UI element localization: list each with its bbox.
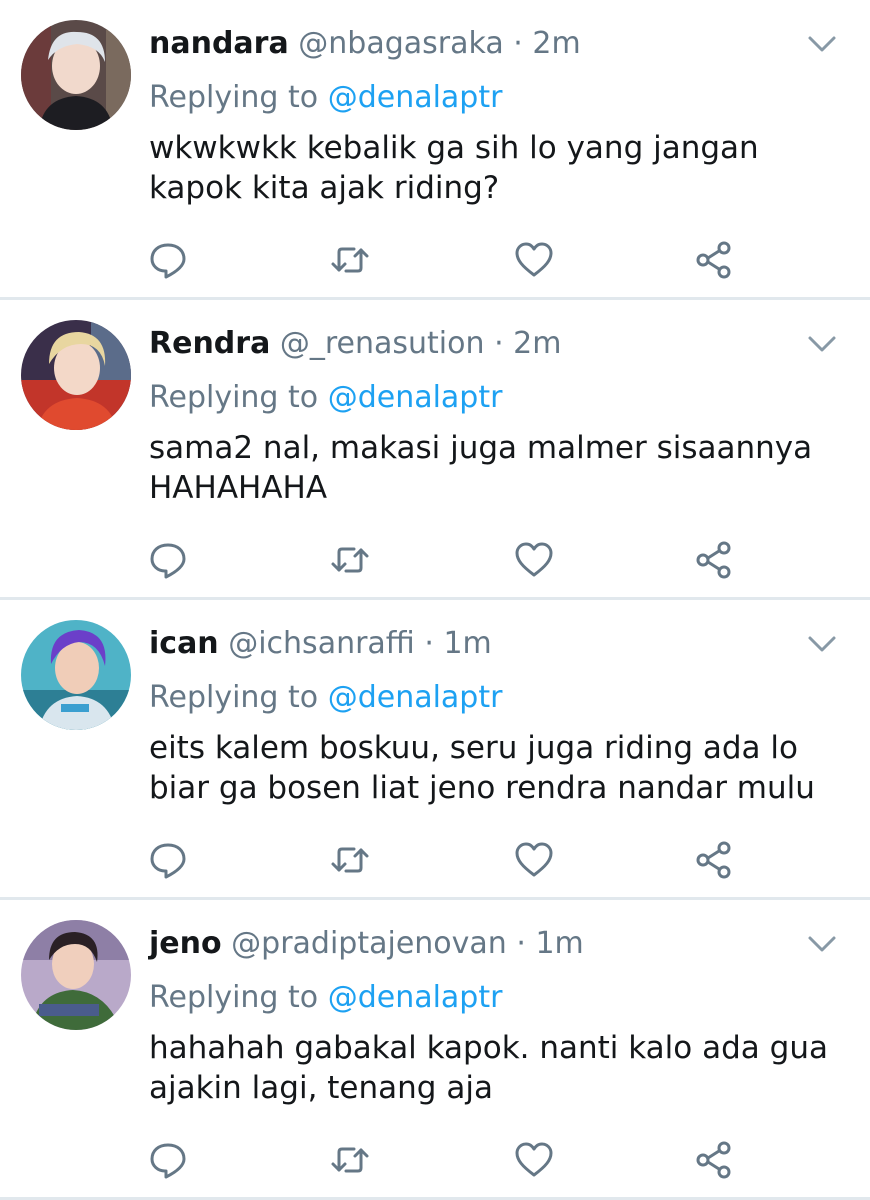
timestamp[interactable]: 2m [513, 326, 561, 361]
separator-dot: · [424, 626, 434, 661]
separator-dot: · [516, 926, 526, 961]
heart-icon[interactable] [514, 1140, 554, 1180]
separator-dot: · [513, 26, 523, 61]
retweet-icon[interactable] [330, 840, 370, 880]
reply-icon[interactable] [148, 1140, 188, 1180]
share-icon[interactable] [694, 840, 734, 880]
user-handle[interactable]: @pradiptajenovan [231, 926, 507, 961]
replying-to-label: Replying to [149, 680, 319, 715]
tweet-actions [148, 540, 748, 580]
timestamp[interactable]: 1m [535, 926, 583, 961]
replying-to-label: Replying to [149, 80, 319, 115]
reply-icon[interactable] [148, 840, 188, 880]
replying-to-label: Replying to [149, 380, 319, 415]
chevron-down-icon[interactable] [806, 932, 838, 956]
share-icon[interactable] [694, 240, 734, 280]
mention-link[interactable]: @denalaptr [328, 380, 503, 415]
retweet-icon[interactable] [330, 1140, 370, 1180]
retweet-icon[interactable] [330, 540, 370, 580]
avatar[interactable] [21, 320, 131, 430]
replying-to: Replying to @denalaptr [149, 78, 502, 118]
display-name[interactable]: jeno [149, 926, 222, 961]
replying-to: Replying to @denalaptr [149, 378, 502, 418]
tweet-actions [148, 840, 748, 880]
timestamp[interactable]: 2m [532, 26, 580, 61]
avatar[interactable] [21, 920, 131, 1030]
share-icon[interactable] [694, 1140, 734, 1180]
tweet-header: jeno @pradiptajenovan · 1m [149, 924, 800, 964]
replying-to-label: Replying to [149, 980, 319, 1015]
user-handle[interactable]: @ichsanraffi [228, 626, 415, 661]
tweet[interactable]: ican @ichsanraffi · 1m Replying to @dena… [0, 600, 870, 900]
chevron-down-icon[interactable] [806, 632, 838, 656]
tweet[interactable]: nandara @nbagasraka · 2m Replying to @de… [0, 0, 870, 300]
mention-link[interactable]: @denalaptr [328, 980, 503, 1015]
replying-to: Replying to @denalaptr [149, 678, 502, 718]
tweet[interactable]: Rendra @_renasution · 2m Replying to @de… [0, 300, 870, 600]
heart-icon[interactable] [514, 540, 554, 580]
timestamp[interactable]: 1m [443, 626, 491, 661]
chevron-down-icon[interactable] [806, 332, 838, 356]
display-name[interactable]: Rendra [149, 326, 270, 361]
mention-link[interactable]: @denalaptr [328, 680, 503, 715]
tweet-text: eits kalem boskuu, seru juga riding ada … [149, 730, 815, 806]
tweet[interactable]: jeno @pradiptajenovan · 1m Replying to @… [0, 900, 870, 1200]
heart-icon[interactable] [514, 240, 554, 280]
user-handle[interactable]: @_renasution [280, 326, 485, 361]
retweet-icon[interactable] [330, 240, 370, 280]
tweet-text: wkwkwkk kebalik ga sih lo yang jangan ka… [149, 130, 759, 206]
tweet-header: nandara @nbagasraka · 2m [149, 24, 800, 64]
user-handle[interactable]: @nbagasraka [298, 26, 503, 61]
replying-to: Replying to @denalaptr [149, 978, 502, 1018]
tweet-actions [148, 240, 748, 280]
display-name[interactable]: nandara [149, 26, 289, 61]
reply-icon[interactable] [148, 240, 188, 280]
chevron-down-icon[interactable] [806, 32, 838, 56]
heart-icon[interactable] [514, 840, 554, 880]
avatar[interactable] [21, 20, 131, 130]
reply-feed: nandara @nbagasraka · 2m Replying to @de… [0, 0, 870, 1200]
tweet-actions [148, 1140, 748, 1180]
tweet-header: ican @ichsanraffi · 1m [149, 624, 800, 664]
tweet-header: Rendra @_renasution · 2m [149, 324, 800, 364]
tweet-text: hahahah gabakal kapok. nanti kalo ada gu… [149, 1030, 828, 1106]
avatar[interactable] [21, 620, 131, 730]
reply-icon[interactable] [148, 540, 188, 580]
mention-link[interactable]: @denalaptr [328, 80, 503, 115]
display-name[interactable]: ican [149, 626, 219, 661]
tweet-text: sama2 nal, makasi juga malmer sisaannya … [149, 430, 813, 506]
separator-dot: · [494, 326, 504, 361]
share-icon[interactable] [694, 540, 734, 580]
